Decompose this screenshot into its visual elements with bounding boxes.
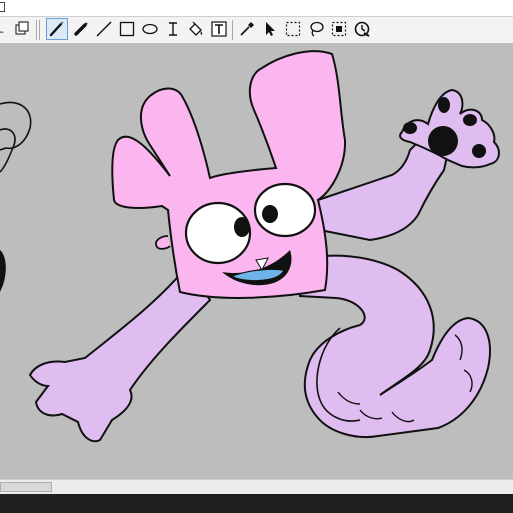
text-box-tool[interactable] bbox=[208, 18, 230, 40]
scrollbar-thumb[interactable] bbox=[0, 482, 52, 492]
history-tool[interactable] bbox=[351, 18, 373, 40]
rectangle-icon bbox=[118, 20, 136, 38]
window-titlebar bbox=[0, 0, 513, 17]
cursor-arrow-icon bbox=[261, 20, 279, 38]
rect-select-tool[interactable] bbox=[282, 18, 304, 40]
magic-select-icon bbox=[330, 20, 348, 38]
line-tool[interactable] bbox=[93, 18, 115, 40]
pointer-tool[interactable] bbox=[259, 18, 281, 40]
character-drawing bbox=[0, 50, 500, 443]
text-cursor-icon bbox=[164, 20, 182, 38]
fill-bucket-tool[interactable] bbox=[185, 18, 207, 40]
marker-icon bbox=[72, 20, 90, 38]
undo-icon[interactable] bbox=[0, 18, 8, 40]
toolbar-separator bbox=[232, 20, 233, 40]
toolbar-separator bbox=[36, 20, 37, 40]
text-box-icon bbox=[210, 20, 228, 38]
eyedropper-tool[interactable] bbox=[236, 18, 258, 40]
marker-tool[interactable] bbox=[70, 18, 92, 40]
history-icon bbox=[353, 20, 371, 38]
drawing-canvas[interactable] bbox=[0, 44, 513, 479]
rectangle-tool[interactable] bbox=[116, 18, 138, 40]
ellipse-tool[interactable] bbox=[139, 18, 161, 40]
drawing-toolbar bbox=[0, 17, 513, 44]
lasso-tool[interactable] bbox=[305, 18, 327, 40]
window-edge-mark bbox=[0, 2, 5, 12]
pen-tool[interactable] bbox=[46, 18, 68, 40]
horizontal-scrollbar[interactable] bbox=[0, 479, 513, 494]
text-cursor-tool[interactable] bbox=[162, 18, 184, 40]
copy-icon[interactable] bbox=[12, 18, 32, 40]
magic-select-tool[interactable] bbox=[328, 18, 350, 40]
toolbar-separator bbox=[39, 20, 40, 40]
paint-bucket-icon bbox=[187, 20, 205, 38]
ellipse-icon bbox=[141, 20, 159, 38]
line-icon bbox=[95, 20, 113, 38]
marquee-icon bbox=[284, 20, 302, 38]
status-bar bbox=[0, 494, 513, 513]
lasso-icon bbox=[307, 20, 325, 38]
pen-icon bbox=[48, 20, 66, 38]
eyedropper-icon bbox=[238, 20, 256, 38]
